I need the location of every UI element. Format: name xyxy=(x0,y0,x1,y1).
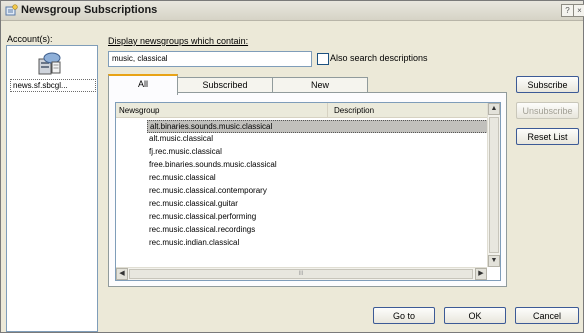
newsgroup-row[interactable]: rec.music.classical.recordings xyxy=(147,224,255,236)
newsgroup-list[interactable]: Newsgroup Description alt.binaries.sound… xyxy=(115,102,501,281)
also-search-descriptions-checkbox[interactable] xyxy=(317,53,329,65)
newsgroup-filter-input[interactable]: music, classical xyxy=(108,51,312,67)
window-title: Newsgroup Subscriptions xyxy=(21,4,158,16)
newsgroup-row[interactable]: rec.music.classical.contemporary xyxy=(147,185,267,197)
newsgroup-row[interactable]: rec.music.classical.performing xyxy=(147,211,256,223)
tab-new[interactable]: New xyxy=(272,77,368,93)
tab-all[interactable]: All xyxy=(108,74,178,95)
newsgroup-row[interactable]: alt.music.classical xyxy=(147,133,213,145)
vertical-scroll-thumb[interactable] xyxy=(489,117,499,253)
accounts-label: Account(s): xyxy=(7,34,53,44)
also-search-descriptions-label[interactable]: Also search descriptions xyxy=(330,53,428,63)
subscribe-button[interactable]: Subscribe xyxy=(516,76,579,93)
cancel-button[interactable]: Cancel xyxy=(515,307,579,324)
column-header-description[interactable]: Description xyxy=(328,103,488,118)
filter-label: Display newsgroups which contain: xyxy=(108,36,249,46)
scroll-right-icon[interactable]: ▶ xyxy=(475,268,487,280)
reset-list-button[interactable]: Reset List xyxy=(516,128,579,145)
scroll-down-icon[interactable]: ▼ xyxy=(488,255,500,267)
go-to-button[interactable]: Go to xyxy=(373,307,435,324)
newsgroup-row-selected[interactable]: alt.binaries.sounds.music.classical xyxy=(147,120,488,133)
horizontal-scroll-thumb[interactable]: III xyxy=(129,269,473,279)
newsgroup-row[interactable]: rec.music.indian.classical xyxy=(147,237,239,249)
vertical-scrollbar[interactable]: ▲ ▼ xyxy=(487,103,500,267)
unsubscribe-button[interactable]: Unsubscribe xyxy=(516,102,579,119)
newsgroup-subscriptions-dialog: Newsgroup Subscriptions ? × Account(s): … xyxy=(0,0,584,333)
newsgroup-row[interactable]: free.binaries.sounds.music.classical xyxy=(147,159,277,171)
tab-subscribed[interactable]: Subscribed xyxy=(177,77,273,93)
close-title-button[interactable]: × xyxy=(573,4,584,17)
newsgroup-row[interactable]: fj.rec.music.classical xyxy=(147,146,222,158)
account-item[interactable]: news.sf.sbcgl... xyxy=(10,79,96,92)
news-server-icon xyxy=(38,52,61,75)
newsgroup-row[interactable]: rec.music.classical.guitar xyxy=(147,198,238,210)
accounts-list[interactable]: news.sf.sbcgl... xyxy=(6,45,98,332)
scroll-up-icon[interactable]: ▲ xyxy=(488,103,500,115)
column-header-newsgroup[interactable]: Newsgroup xyxy=(116,103,328,118)
ok-button[interactable]: OK xyxy=(444,307,506,324)
newsgroup-app-icon xyxy=(5,4,18,16)
title-bar[interactable]: Newsgroup Subscriptions ? × xyxy=(1,1,584,21)
newsgroup-row[interactable]: rec.music.classical xyxy=(147,172,216,184)
horizontal-scrollbar[interactable]: ◀ III ▶ xyxy=(116,267,487,280)
scroll-left-icon[interactable]: ◀ xyxy=(116,268,128,280)
